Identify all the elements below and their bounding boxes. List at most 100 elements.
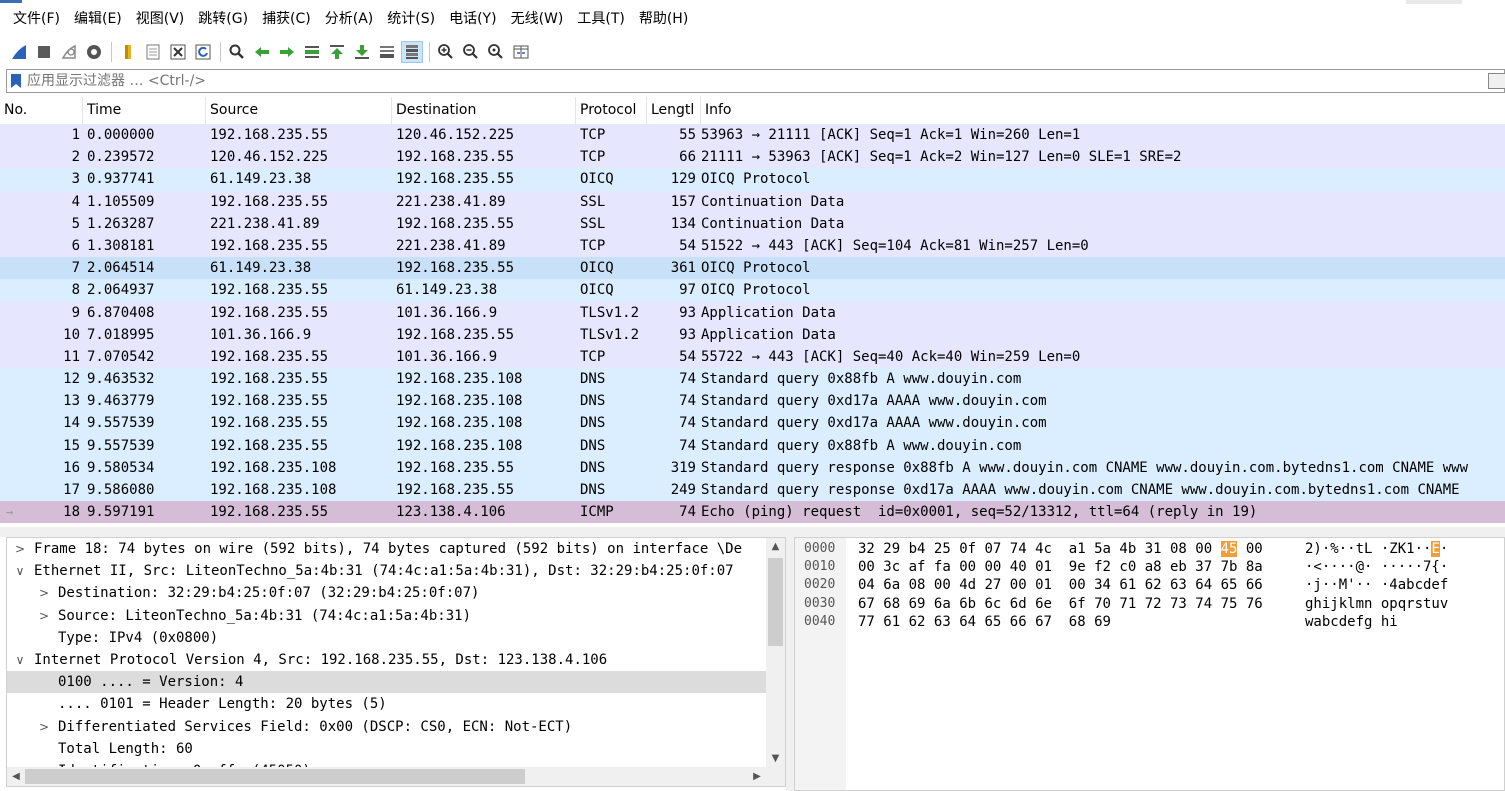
find-packet-icon[interactable] (226, 41, 248, 63)
hex-byte[interactable]: 63 (1170, 577, 1187, 593)
hex-byte[interactable]: 65 (1221, 577, 1238, 593)
byte-hex-row[interactable]: 32 29 b4 25 0f 07 74 4c a1 5a 4b 31 08 0… (858, 540, 1263, 558)
hex-byte[interactable]: 74 (1195, 596, 1212, 612)
byte-hex-row[interactable]: 00 3c af fa 00 00 40 01 9e f2 c0 a8 eb 3… (858, 558, 1263, 576)
menu-item[interactable]: 统计(S) (380, 6, 442, 32)
hex-byte[interactable]: 64 (1195, 577, 1212, 593)
restart-capture-icon[interactable] (58, 41, 80, 63)
horizontal-splitter[interactable] (0, 527, 1505, 537)
packet-row[interactable]: 6 1.308181 192.168.235.55 221.238.41.89 TCP 5… (0, 234, 1505, 258)
hex-byte[interactable]: 40 (1010, 559, 1027, 575)
hex-byte[interactable]: 6e (1035, 596, 1052, 612)
packet-row[interactable]: 9 6.870408 192.168.235.55 101.36.166.9 TLSv1… (0, 301, 1505, 324)
display-filter-input[interactable] (25, 71, 1429, 91)
hex-byte[interactable]: 08 (1170, 541, 1187, 557)
detail-tree-item[interactable]: ∨ Ethernet II, Src: LiteonTechno_5a:4b:31… (7, 560, 767, 582)
last-packet-icon[interactable] (351, 41, 373, 63)
hex-byte[interactable]: 71 (1119, 596, 1136, 612)
packet-row[interactable]: 16 9.580534 192.168.235.108 192.168.235.55 D… (0, 456, 1505, 479)
packet-row[interactable]: 12 9.463532 192.168.235.55 192.168.235.108 D… (0, 368, 1505, 391)
colorize-icon[interactable] (401, 41, 423, 63)
detail-tree-item[interactable]: Total Length: 60 (7, 738, 767, 760)
hex-byte[interactable]: 37 (1195, 559, 1212, 575)
hex-byte[interactable]: 00 (1069, 577, 1086, 593)
hex-byte[interactable]: 76 (1246, 596, 1263, 612)
packet-row[interactable]: 15 9.557539 192.168.235.55 192.168.235.108 D… (0, 434, 1505, 457)
hex-byte[interactable]: 6d (1010, 596, 1027, 612)
menu-item[interactable]: 帮助(H) (632, 6, 695, 32)
packet-row[interactable]: 4 1.105509 192.168.235.55 221.238.41.89 SSL 1… (0, 190, 1505, 213)
menu-item[interactable]: 视图(V) (129, 6, 192, 32)
packet-row[interactable]: 11 7.070542 192.168.235.55 101.36.166.9 TCP 5… (0, 345, 1505, 369)
menu-item[interactable]: 工具(T) (570, 6, 631, 32)
packet-row[interactable]: 13 9.463779 192.168.235.55 192.168.235.108 D… (0, 390, 1505, 413)
packet-row[interactable]: → 18 9.597191 192.168.235.55 123.138.4.106 IC… (0, 501, 1505, 524)
window-button[interactable] (1406, 0, 1462, 4)
hex-byte[interactable]: 69 (1094, 614, 1111, 630)
hex-byte[interactable]: 65 (984, 614, 1001, 630)
hex-byte[interactable]: 25 (934, 541, 951, 557)
detail-tree-item[interactable]: > Frame 18: 74 bytes on wire (592 bits), … (7, 538, 767, 560)
hex-byte[interactable]: af (909, 559, 926, 575)
bookmark-icon[interactable] (7, 70, 25, 92)
menu-item[interactable]: 电话(Y) (442, 6, 503, 32)
column-header-destination[interactable]: Destination (392, 97, 576, 124)
hex-byte[interactable]: 4d (959, 577, 976, 593)
details-vertical-scrollbar[interactable]: ▲ ▼ (766, 538, 785, 768)
column-header-source[interactable]: Source (206, 97, 392, 124)
go-to-packet-icon[interactable] (301, 41, 323, 63)
hex-byte[interactable]: 67 (858, 596, 875, 612)
first-packet-icon[interactable] (326, 41, 348, 63)
capture-options-icon[interactable] (83, 41, 105, 63)
scrollbar-thumb[interactable] (768, 558, 783, 646)
detail-tree-item[interactable]: > Source: LiteonTechno_5a:4b:31 (74:4c:a1… (7, 605, 767, 627)
hex-byte[interactable]: 7b (1221, 559, 1238, 575)
hex-byte[interactable]: 8a (1246, 559, 1263, 575)
close-file-icon[interactable] (167, 41, 189, 63)
hex-byte[interactable]: 77 (858, 614, 875, 630)
hex-byte[interactable]: 6c (984, 596, 1001, 612)
reload-file-icon[interactable] (192, 41, 214, 63)
collapsed-chevron-icon[interactable]: > (37, 582, 51, 604)
menu-item[interactable]: 编辑(E) (67, 6, 129, 32)
detail-tree-item[interactable]: Type: IPv4 (0x0800) (7, 627, 767, 649)
vertical-splitter[interactable] (786, 537, 794, 791)
hex-byte[interactable]: 66 (1246, 577, 1263, 593)
hex-byte[interactable]: 01 (1035, 559, 1052, 575)
menu-item[interactable]: 无线(W) (504, 6, 571, 32)
detail-tree-item[interactable]: > Differentiated Services Field: 0x00 (DS… (7, 716, 767, 738)
zoom-out-icon[interactable] (460, 41, 482, 63)
hex-byte[interactable]: 34 (1094, 577, 1111, 593)
zoom-in-icon[interactable] (435, 41, 457, 63)
hex-byte[interactable]: 61 (1119, 577, 1136, 593)
hex-byte[interactable]: 6b (959, 596, 976, 612)
hex-byte[interactable]: 29 (883, 541, 900, 557)
expanded-chevron-icon[interactable]: ∨ (13, 649, 27, 671)
scroll-left-icon[interactable]: ◀ (7, 767, 25, 786)
detail-tree-item[interactable]: 0100 .... = Version: 4 (7, 671, 767, 694)
hex-byte[interactable]: 5a (1094, 541, 1111, 557)
hex-byte[interactable]: a1 (1069, 541, 1086, 557)
auto-scroll-icon[interactable] (376, 41, 398, 63)
hex-byte[interactable]: 07 (984, 541, 1001, 557)
hex-byte[interactable]: 66 (1010, 614, 1027, 630)
column-header-length[interactable]: Lengtl (647, 97, 701, 124)
save-file-icon[interactable] (142, 41, 164, 63)
packet-row[interactable]: 10 7.018995 101.36.166.9 192.168.235.55 TLSv… (0, 323, 1505, 346)
packet-row[interactable]: 1 0.000000 192.168.235.55 120.46.152.225 TCP… (0, 124, 1505, 147)
hex-byte[interactable]: 04 (858, 577, 875, 593)
detail-tree-item[interactable]: .... 0101 = Header Length: 20 bytes (5) (7, 693, 767, 715)
hex-byte[interactable]: 01 (1035, 577, 1052, 593)
hex-byte[interactable]: 6f (1069, 596, 1086, 612)
hex-byte[interactable]: 0f (959, 541, 976, 557)
hex-byte[interactable]: 4c (1035, 541, 1052, 557)
hex-byte[interactable]: 62 (909, 614, 926, 630)
collapsed-chevron-icon[interactable]: > (37, 605, 51, 627)
hex-byte[interactable]: 00 (959, 559, 976, 575)
hex-byte[interactable]: eb (1170, 559, 1187, 575)
byte-ascii-row[interactable]: ghijklmn opqrstuv (1305, 595, 1448, 613)
hex-byte[interactable]: 00 (984, 559, 1001, 575)
packet-row[interactable]: 3 0.937741 61.149.23.38 192.168.235.55 OICQ 1… (0, 168, 1505, 191)
hex-byte[interactable]: 9e (1069, 559, 1086, 575)
byte-hex-row[interactable]: 67 68 69 6a 6b 6c 6d 6e 6f 70 71 72 73 7… (858, 595, 1263, 613)
